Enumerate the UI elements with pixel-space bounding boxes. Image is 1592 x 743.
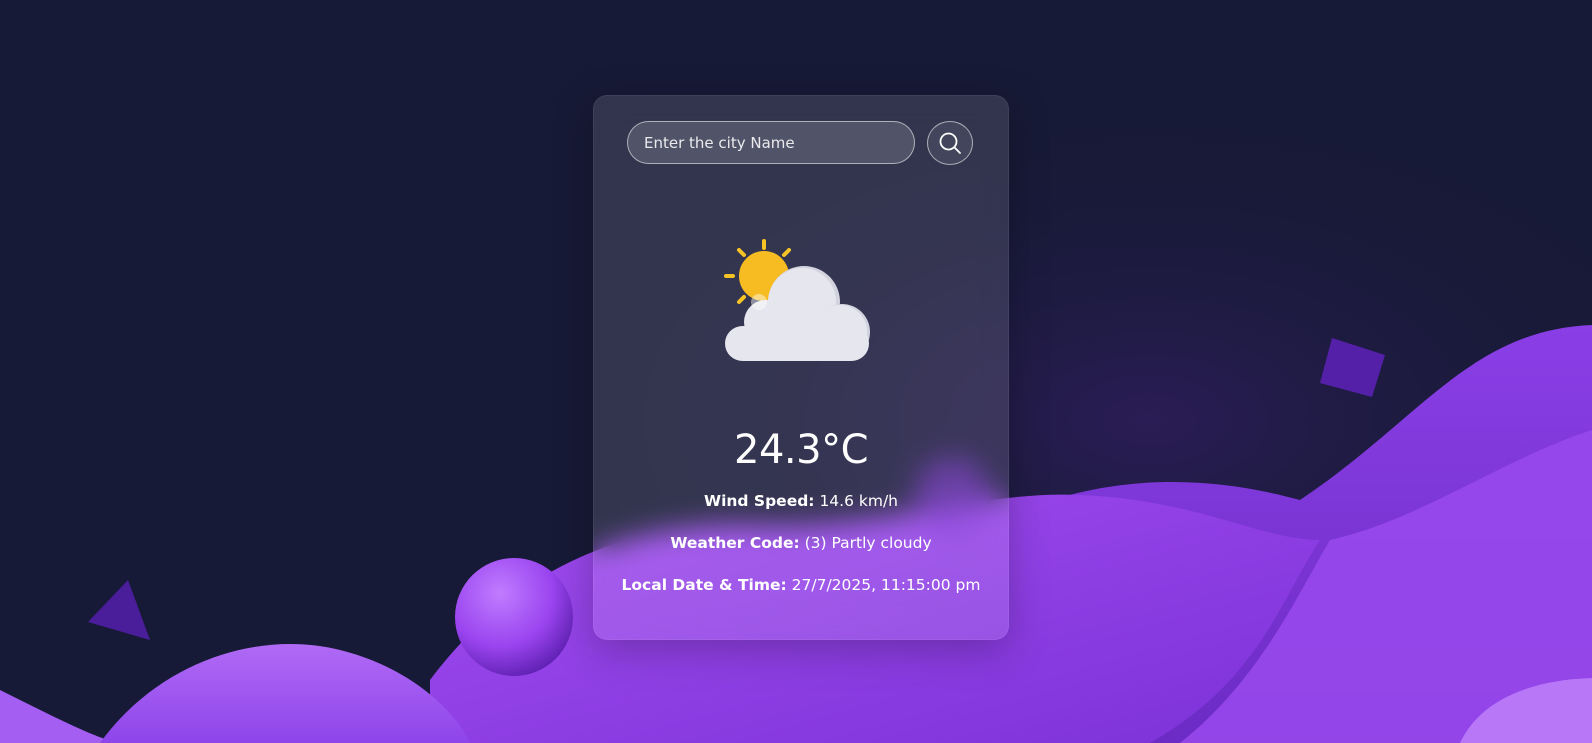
wind-speed: Wind Speed: 14.6 km/h (594, 491, 1008, 511)
wind-speed-value: 14.6 km/h (819, 492, 898, 510)
city-search-input[interactable] (627, 121, 915, 164)
temperature: 24.3°C (734, 427, 869, 473)
search-bar (627, 121, 977, 165)
search-icon (939, 132, 961, 154)
local-date-time-value: 27/7/2025, 11:15:00 pm (791, 576, 981, 594)
local-date-time: Local Date & Time: 27/7/2025, 11:15:00 p… (594, 575, 1008, 595)
weather-card: 24.3°C Wind Speed: 14.6 km/h Weather Cod… (593, 95, 1009, 640)
partly-cloudy-icon (724, 239, 870, 361)
wind-speed-label: Wind Speed: (703, 492, 815, 510)
local-date-time-label: Local Date & Time: (621, 576, 787, 594)
search-button[interactable] (927, 121, 973, 165)
weather-code-value: (3) Partly cloudy (804, 534, 932, 552)
weather-code-label: Weather Code: (670, 534, 800, 552)
weather-code: Weather Code: (3) Partly cloudy (594, 533, 1008, 553)
